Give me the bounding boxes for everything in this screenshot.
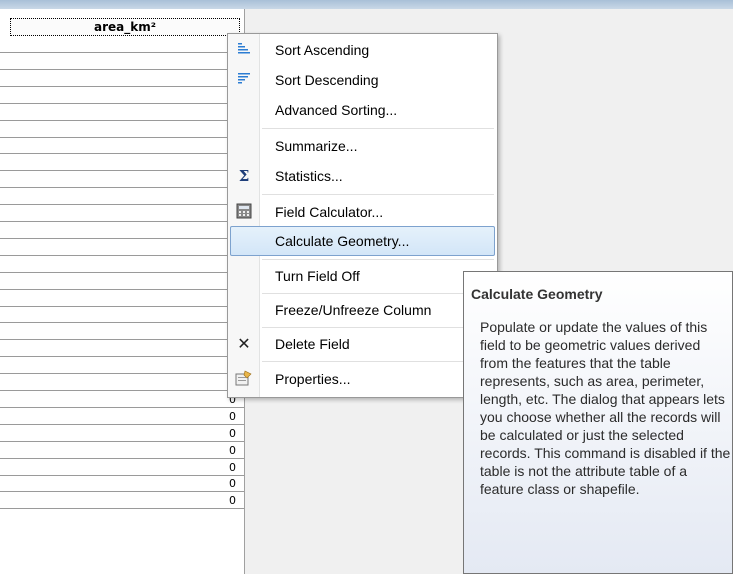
tooltip-title: Calculate Geometry: [471, 286, 603, 302]
menu-separator: [262, 194, 494, 195]
table-row[interactable]: 0: [0, 476, 244, 493]
table-row[interactable]: [0, 155, 244, 172]
table-row[interactable]: [0, 324, 244, 341]
menu-separator: [262, 259, 494, 260]
row-selector[interactable]: [0, 105, 10, 121]
menu-item-properties[interactable]: Properties...: [230, 364, 495, 394]
table-row[interactable]: [0, 172, 244, 189]
sort-descending-icon: [235, 71, 253, 89]
row-selector[interactable]: [0, 155, 10, 172]
row-selector[interactable]: [0, 493, 10, 510]
menu-item-freeze-unfreeze-column[interactable]: Freeze/Unfreeze Column: [230, 295, 495, 325]
menu-item-turn-field-off[interactable]: Turn Field Off: [230, 261, 495, 291]
sigma-icon: Σ: [238, 167, 250, 185]
properties-icon: [235, 370, 253, 388]
table-row[interactable]: 0: [0, 493, 244, 510]
row-selector[interactable]: [0, 223, 10, 239]
row-selector[interactable]: [0, 71, 10, 87]
table-row[interactable]: 0: [0, 443, 244, 459]
row-selector[interactable]: [0, 189, 10, 206]
row-selector[interactable]: [0, 324, 10, 341]
table-row[interactable]: [0, 274, 244, 290]
column-header-label: area_km²: [94, 20, 156, 34]
table-row[interactable]: [0, 291, 244, 307]
row-selector[interactable]: [0, 257, 10, 273]
table-row[interactable]: [0, 37, 244, 53]
table-row[interactable]: [0, 122, 244, 138]
menu-item-summarize[interactable]: Summarize...: [230, 131, 495, 161]
menu-separator: [262, 327, 494, 328]
menu-item-delete-field[interactable]: ✕ Delete Field: [230, 329, 495, 359]
sort-ascending-icon: [235, 41, 253, 59]
menu-item-sort-descending[interactable]: Sort Descending: [230, 65, 495, 95]
menu-item-advanced-sorting[interactable]: Advanced Sorting...: [230, 95, 495, 125]
row-selector[interactable]: [0, 476, 10, 493]
table-row[interactable]: 0: [0, 375, 244, 391]
cell-value: 0: [229, 460, 236, 474]
row-selector[interactable]: [0, 122, 10, 138]
row-selector[interactable]: [0, 138, 10, 155]
table-row[interactable]: [0, 88, 244, 104]
row-selector[interactable]: [0, 409, 10, 425]
table-row[interactable]: [0, 240, 244, 256]
row-selector[interactable]: [0, 291, 10, 307]
table-row[interactable]: [0, 138, 244, 155]
table-row[interactable]: 0: [0, 409, 244, 425]
table-row[interactable]: [0, 54, 244, 70]
row-selector[interactable]: [0, 392, 10, 408]
row-selector[interactable]: [0, 240, 10, 256]
menu-item-field-calculator[interactable]: Field Calculator...: [230, 197, 495, 227]
table-row[interactable]: [0, 189, 244, 206]
calculator-icon: [235, 203, 253, 221]
cell-value: 0: [229, 494, 236, 508]
row-selector[interactable]: [0, 37, 10, 53]
tooltip-body: Populate or update the values of this fi…: [480, 319, 731, 497]
table-row[interactable]: 0: [0, 392, 244, 408]
cell-value: 0: [229, 426, 236, 440]
row-selector[interactable]: [0, 172, 10, 189]
row-selector[interactable]: [0, 426, 10, 442]
row-selector[interactable]: [0, 307, 10, 324]
row-selector[interactable]: [0, 341, 10, 358]
table-row[interactable]: [0, 223, 244, 239]
menu-item-sort-ascending[interactable]: Sort Ascending: [230, 35, 495, 65]
column-header-area-km2[interactable]: area_km²: [10, 18, 240, 36]
window-top-bar: [0, 0, 733, 9]
menu-separator: [262, 128, 494, 129]
table-row[interactable]: [0, 206, 244, 222]
table-row[interactable]: 0: [0, 426, 244, 442]
calculate-geometry-tooltip: Calculate Geometry Populate or update th…: [463, 271, 733, 574]
menu-separator: [262, 361, 494, 362]
table-row[interactable]: [0, 358, 244, 375]
row-selector[interactable]: [0, 274, 10, 290]
cell-value: 0: [229, 443, 236, 457]
table-row[interactable]: [0, 307, 244, 324]
row-selector[interactable]: [0, 54, 10, 70]
cell-value: 0: [229, 477, 236, 491]
row-selector[interactable]: [0, 460, 10, 476]
row-selector[interactable]: [0, 88, 10, 104]
table-row[interactable]: [0, 257, 244, 273]
table-row[interactable]: [0, 105, 244, 121]
cell-value: 0: [229, 409, 236, 423]
context-menu[interactable]: Sort Ascending Sort Descending Advanced …: [227, 33, 498, 398]
table-row[interactable]: [0, 341, 244, 358]
row-selector[interactable]: [0, 206, 10, 222]
menu-separator: [262, 293, 494, 294]
row-selector[interactable]: [0, 443, 10, 459]
row-selector[interactable]: [0, 375, 10, 391]
delete-x-icon: ✕: [237, 334, 251, 353]
menu-item-calculate-geometry[interactable]: Calculate Geometry...: [230, 226, 495, 256]
table-row[interactable]: [0, 71, 244, 87]
table-row[interactable]: 0: [0, 460, 244, 476]
menu-item-statistics[interactable]: Σ Statistics...: [230, 161, 495, 191]
row-selector[interactable]: [0, 358, 10, 375]
